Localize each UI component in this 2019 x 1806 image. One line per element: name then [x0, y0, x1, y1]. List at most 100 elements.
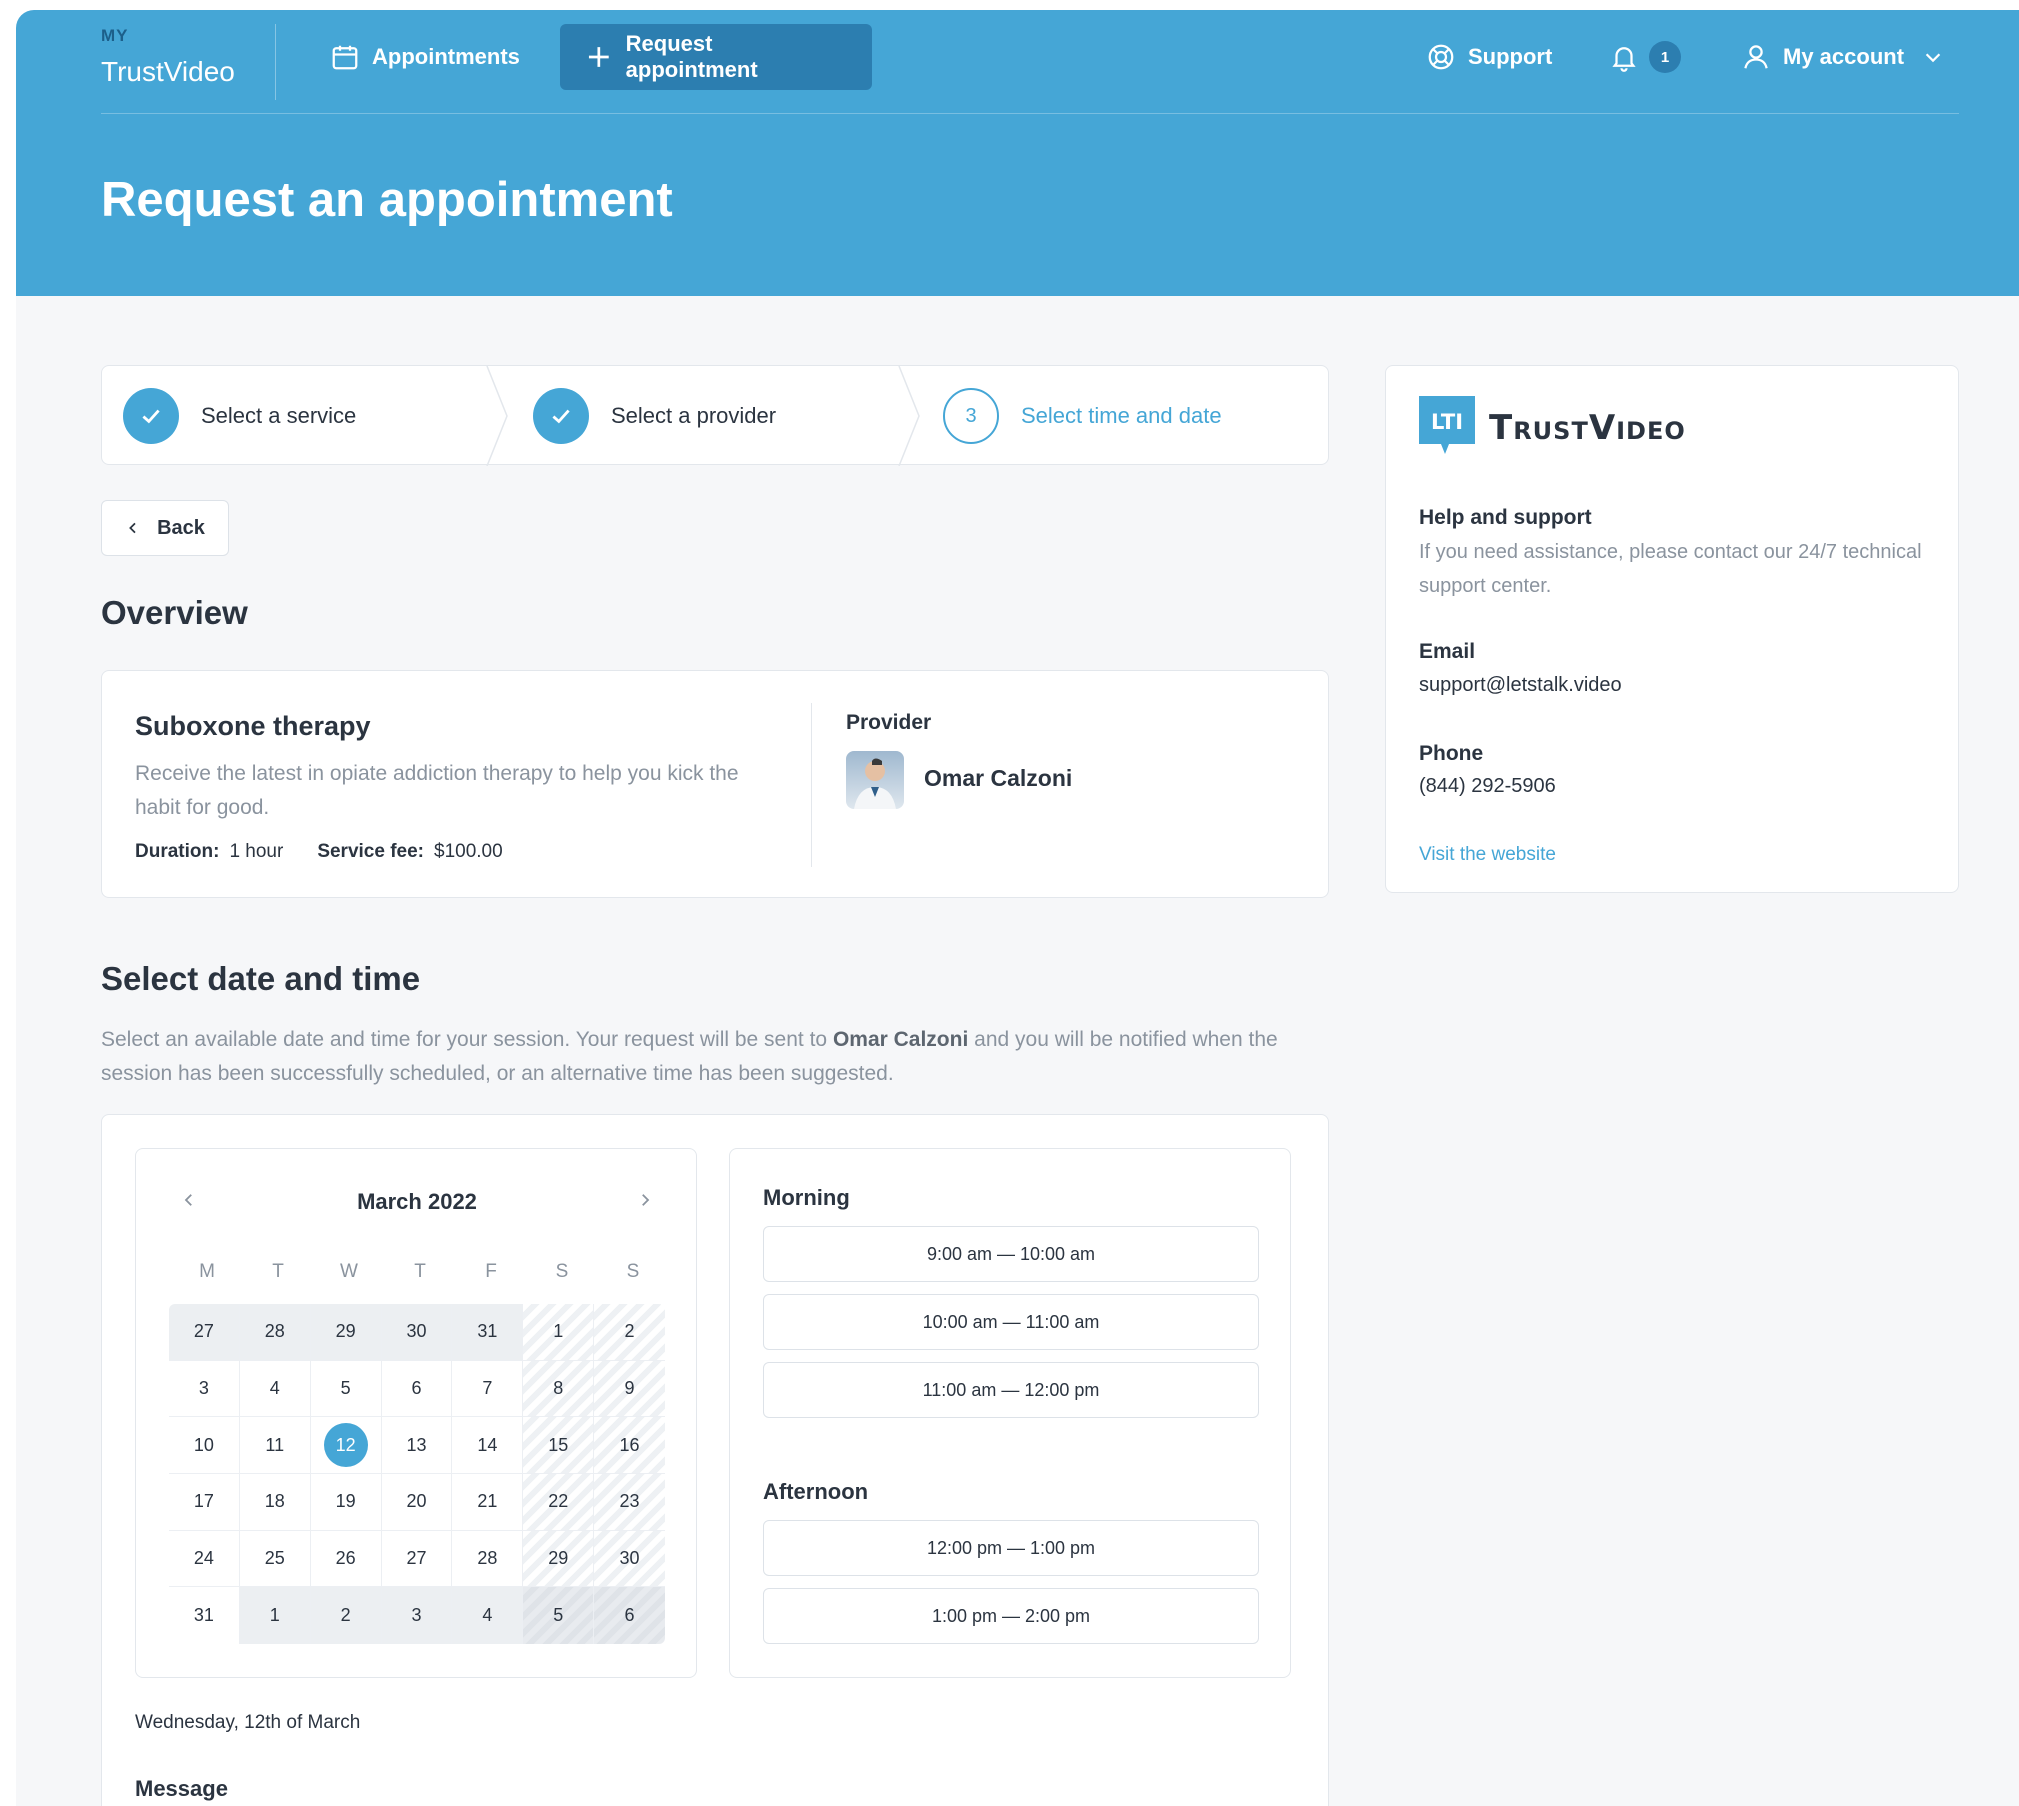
back-button[interactable]: Back — [101, 500, 229, 556]
next-month-button[interactable] — [630, 1185, 660, 1215]
step-select-time-date[interactable]: 3 Select time and date — [943, 366, 1222, 466]
calendar-day[interactable]: 27 — [169, 1304, 240, 1361]
service-name: Suboxone therapy — [135, 711, 371, 741]
user-icon — [1744, 45, 1768, 69]
desc-text: Select an available date and time for yo… — [101, 1028, 833, 1051]
calendar-day-number: 24 — [193, 1547, 214, 1568]
calendar-day[interactable]: 16 — [594, 1417, 665, 1474]
calendar-day-number: 26 — [335, 1547, 356, 1568]
nav-request-label: Request appointment — [625, 31, 758, 82]
calendar-day[interactable]: 24 — [169, 1530, 240, 1588]
calendar-day[interactable]: 28 — [239, 1304, 311, 1361]
calendar-day[interactable]: 9 — [594, 1360, 665, 1418]
calendar-month-label: March 2022 — [357, 1189, 477, 1214]
calendar-day[interactable]: 11 — [239, 1417, 311, 1474]
calendar-day[interactable]: 27 — [381, 1530, 453, 1588]
overview-divider — [811, 703, 812, 867]
calendar-day-number: 23 — [619, 1491, 640, 1512]
trustvideo-logo: LTI TrustVideo — [1419, 396, 1686, 460]
header-banner: MY TrustVideo Appointments Request appoi… — [16, 10, 2019, 296]
service-meta: Duration: 1 hour Service fee: $100.00 — [135, 841, 503, 863]
provider-avatar — [846, 751, 904, 809]
email-value[interactable]: support@letstalk.video — [1419, 668, 1929, 702]
step-select-service[interactable]: Select a service — [123, 366, 356, 466]
chevron-left-icon — [129, 522, 136, 534]
calendar-day-number: 11 — [265, 1434, 285, 1455]
calendar-day[interactable]: 28 — [452, 1530, 524, 1588]
time-slot-button[interactable]: 9:00 am — 10:00 am — [763, 1226, 1259, 1282]
calendar-day[interactable]: 6 — [381, 1360, 453, 1418]
provider-label: Provider — [846, 711, 932, 734]
step-select-provider[interactable]: Select a provider — [533, 366, 776, 466]
help-title: Help and support — [1419, 506, 1592, 529]
weekday-label: F — [485, 1261, 497, 1282]
calendar-day[interactable]: 14 — [452, 1417, 524, 1474]
calendar-day[interactable]: 21 — [452, 1474, 524, 1531]
calendar-day[interactable]: 5 — [523, 1587, 595, 1644]
calendar-day-number: 2 — [340, 1605, 351, 1626]
nav-appointments[interactable]: Appointments — [330, 24, 520, 90]
calendar-day[interactable]: 5 — [310, 1360, 382, 1418]
step-complete-indicator — [533, 388, 589, 444]
calendar-day[interactable]: 25 — [239, 1530, 311, 1588]
calendar-day[interactable]: 29 — [523, 1530, 595, 1588]
calendar-day[interactable]: 2 — [310, 1587, 382, 1644]
step-separator — [898, 366, 920, 466]
calendar-day[interactable]: 8 — [523, 1360, 595, 1418]
calendar-day[interactable]: 4 — [452, 1587, 524, 1644]
step-label: Select a service — [201, 403, 357, 428]
calendar-day-selected[interactable]: 12 — [310, 1417, 382, 1474]
calendar-day[interactable]: 3 — [381, 1587, 453, 1644]
notifications-button[interactable]: 1 — [1609, 24, 1681, 90]
date-time-picker-card: March 2022 M T W T F S S 27 28 29 30 31 1 2 3 4 5… — [101, 1114, 1329, 1806]
calendar-day[interactable]: 6 — [594, 1587, 665, 1644]
calendar-day[interactable]: 30 — [594, 1530, 665, 1588]
calendar-day[interactable]: 30 — [381, 1304, 453, 1361]
calendar-day[interactable]: 19 — [310, 1474, 382, 1531]
message-label: Message — [135, 1776, 228, 1801]
calendar-day[interactable]: 22 — [523, 1474, 595, 1531]
step-separator — [486, 366, 508, 466]
stepper: Select a service Select a provider 3 Sel… — [101, 365, 1329, 466]
calendar-day-number: 27 — [406, 1547, 427, 1568]
calendar-day[interactable]: 29 — [310, 1304, 382, 1361]
calendar-day[interactable]: 2 — [594, 1304, 665, 1361]
calendar-day-number: 22 — [548, 1491, 569, 1512]
calendar-day[interactable]: 7 — [452, 1360, 524, 1418]
calendar-day[interactable]: 23 — [594, 1474, 665, 1531]
calendar-day[interactable]: 1 — [523, 1304, 595, 1361]
time-slot-button[interactable]: 12:00 pm — 1:00 pm — [763, 1520, 1259, 1576]
calendar-day[interactable]: 31 — [452, 1304, 524, 1361]
calendar-day[interactable]: 3 — [169, 1360, 240, 1418]
calendar-day-number: 14 — [477, 1434, 498, 1455]
calendar-day[interactable]: 15 — [523, 1417, 595, 1474]
calendar-day[interactable]: 4 — [239, 1360, 311, 1418]
nav-appointments-label: Appointments — [372, 44, 520, 69]
phone-label: Phone — [1419, 742, 1484, 765]
calendar-day[interactable]: 10 — [169, 1417, 240, 1474]
calendar-day-number: 6 — [411, 1377, 422, 1398]
calendar: March 2022 M T W T F S S 27 28 29 30 31 1 2 3 4 5… — [135, 1148, 697, 1678]
calendar-day[interactable]: 18 — [239, 1474, 311, 1531]
my-account-menu[interactable]: My account — [1741, 24, 1944, 90]
calendar-day[interactable]: 20 — [381, 1474, 453, 1531]
calendar-day-number: 4 — [482, 1605, 493, 1626]
service-fee: Service fee: $100.00 — [317, 841, 502, 863]
calendar-day[interactable]: 17 — [169, 1474, 240, 1531]
time-slot-button[interactable]: 11:00 am — 12:00 pm — [763, 1362, 1259, 1418]
person-portrait-icon — [854, 758, 896, 809]
nav-request-appointment-button[interactable]: Request appointment — [560, 24, 872, 90]
nav-support[interactable]: Support — [1426, 24, 1552, 90]
time-slot-button[interactable]: 1:00 pm — 2:00 pm — [763, 1588, 1259, 1644]
calendar-day[interactable]: 1 — [239, 1587, 311, 1644]
bell-icon — [1612, 47, 1636, 72]
calendar-day[interactable]: 26 — [310, 1530, 382, 1588]
calendar-day[interactable]: 31 — [169, 1587, 240, 1644]
visit-website-link[interactable]: Visit the website — [1419, 844, 1556, 866]
phone-value[interactable]: (844) 292-5906 — [1419, 769, 1929, 803]
calendar-day[interactable]: 13 — [381, 1417, 453, 1474]
app-window: MY TrustVideo Appointments Request appoi… — [16, 10, 2019, 1806]
weekday-label: M — [199, 1261, 215, 1282]
time-slot-button[interactable]: 10:00 am — 11:00 am — [763, 1294, 1259, 1350]
brand-name[interactable]: TrustVideo — [101, 56, 235, 88]
